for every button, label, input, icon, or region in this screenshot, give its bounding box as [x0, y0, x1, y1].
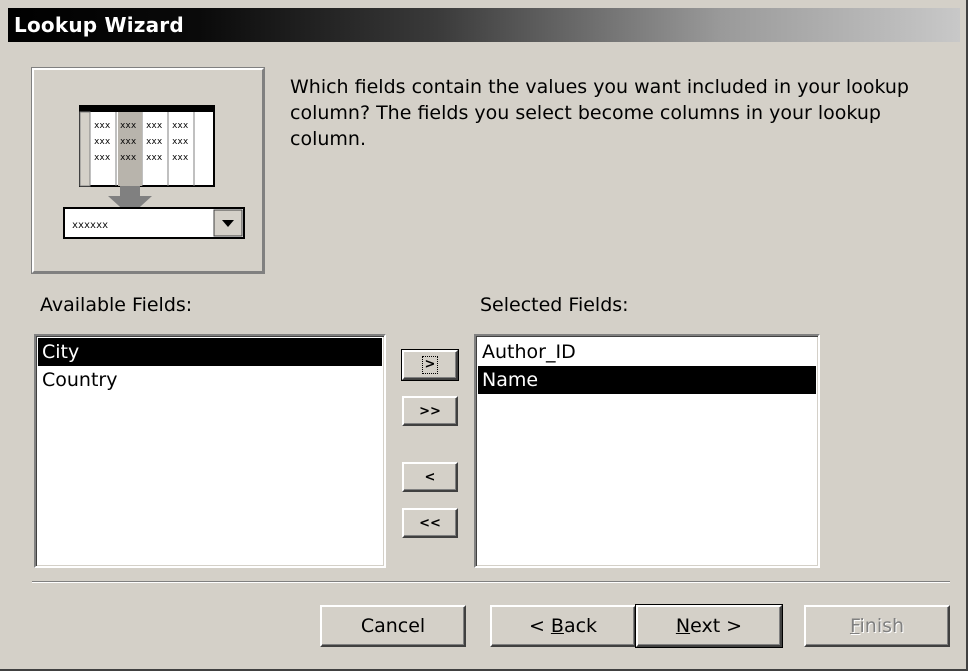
grid-cell: xxx — [146, 121, 163, 131]
lookup-wizard-dialog: Lookup Wizard xxx xxx xxx xxx xxx xxx xx… — [0, 0, 968, 671]
remove-all-label: << — [419, 515, 441, 531]
cancel-button[interactable]: Cancel — [320, 605, 466, 647]
add-all-fields-button[interactable]: >> — [402, 396, 458, 426]
grid-cell: xxx — [94, 121, 111, 131]
footer-separator — [32, 581, 950, 583]
available-fields-label: Available Fields: — [40, 294, 193, 316]
grid-cell: xxx — [146, 137, 163, 147]
grid-cell: xxx — [94, 153, 111, 163]
remove-all-fields-button[interactable]: << — [402, 508, 458, 538]
finish-button[interactable]: Finish — [804, 605, 950, 647]
list-item[interactable]: Name — [478, 366, 816, 394]
next-label: Next > — [675, 615, 743, 637]
grid-cell: xxx — [120, 121, 137, 131]
finish-label: Finish — [849, 615, 905, 637]
back-button[interactable]: < Back — [490, 605, 636, 647]
grid-cell: xxx — [94, 137, 111, 147]
grid-cell: xxx — [172, 153, 189, 163]
available-fields-list[interactable]: City Country — [34, 334, 386, 568]
remove-field-button[interactable]: < — [402, 462, 458, 492]
grid-cell: xxx — [172, 137, 189, 147]
window-title: Lookup Wizard — [14, 13, 184, 37]
selected-fields-label: Selected Fields: — [480, 294, 629, 316]
grid-cell: xxx — [120, 153, 137, 163]
instruction-text: Which fields contain the values you want… — [290, 76, 909, 150]
list-item[interactable]: City — [38, 338, 382, 366]
cancel-label: Cancel — [360, 615, 426, 637]
remove-field-label: < — [424, 469, 436, 485]
list-item[interactable]: Country — [38, 366, 382, 394]
grid-cell: xxx — [120, 137, 137, 147]
selected-fields-list[interactable]: Author_ID Name — [474, 334, 820, 568]
add-all-label: >> — [419, 403, 441, 419]
lookup-combo-illustration-icon: xxx xxx xxx xxx xxx xxx xxx xxx xxx xxx … — [31, 67, 265, 274]
next-button[interactable]: Next > — [635, 604, 783, 648]
add-field-label: > — [421, 356, 439, 374]
grid-cell: xxx — [172, 121, 189, 131]
illustration-graphic: xxx xxx xxx xxx xxx xxx xxx xxx xxx xxx … — [63, 105, 245, 239]
list-item[interactable]: Author_ID — [478, 338, 816, 366]
combo-sample: xxxxxx — [72, 220, 108, 231]
add-field-button[interactable]: > — [401, 349, 459, 381]
back-label: < Back — [528, 615, 598, 637]
grid-cell: xxx — [146, 153, 163, 163]
title-bar[interactable]: Lookup Wizard — [8, 8, 960, 42]
